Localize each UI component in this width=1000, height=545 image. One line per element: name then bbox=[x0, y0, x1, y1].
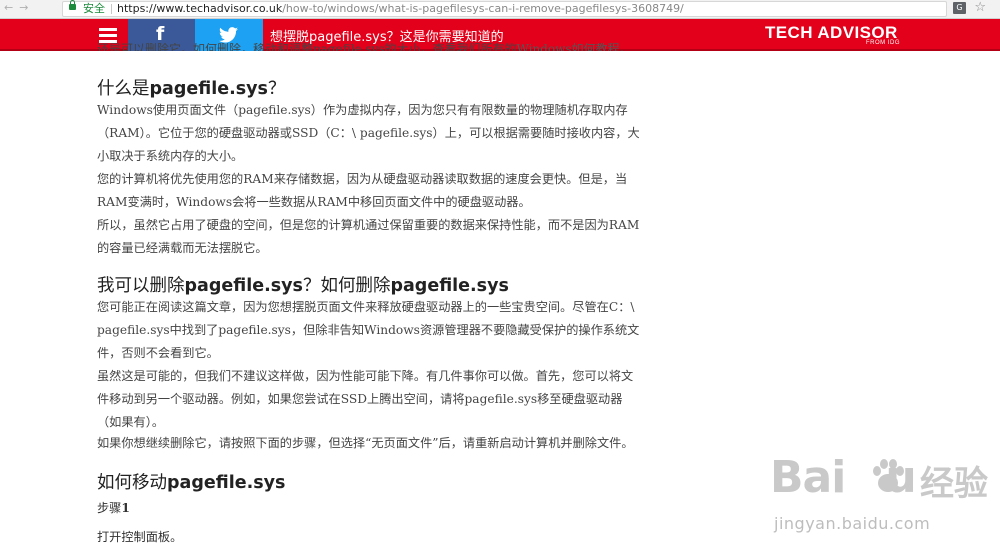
windows-howto-link[interactable]: Windows如何教程 bbox=[516, 43, 620, 51]
twitter-icon bbox=[219, 27, 238, 43]
paragraph-4: 您可能正在阅读这篇文章，因为您想摆脱页面文件来释放硬盘驱动器上的一些宝贵空间。尽… bbox=[97, 300, 640, 360]
section-heading-can-i-delete: 我可以删除pagefile.sys？如何删除pagefile.sys bbox=[97, 276, 509, 296]
section-heading-what-is: 什么是pagefile.sys？ bbox=[97, 79, 286, 99]
clipped-intro-line: 还是可以删除它。如何删除，移动和调整pagefile.sys的大小，查看我们所有… bbox=[97, 43, 632, 51]
logo-subtitle: FROM IDG bbox=[866, 40, 900, 46]
paragraph-2: 您的计算机将优先使用您的RAM来存储数据，因为从硬盘驱动器读取数据的速度会更快。… bbox=[97, 172, 628, 209]
paragraph-5: 虽然这是可能的，但我们不建议这样做，因为性能可能下降。有几件事你可以做。首先，您… bbox=[97, 369, 634, 429]
clipped-suffix: 。 bbox=[619, 43, 632, 51]
clipped-text: 还是可以删除它。如何删除，移动和调整pagefile.sys的大小，查看我们所有… bbox=[97, 43, 517, 51]
url-path: /how-to/windows/what-is-pagefilesys-can-… bbox=[282, 2, 684, 15]
url-field[interactable]: 安全 https://www.techadvisor.co.uk/how-to/… bbox=[62, 0, 947, 17]
paragraph-7: 打开控制面板。 bbox=[97, 530, 183, 544]
watermark-cn: 经验 bbox=[920, 464, 988, 504]
section-heading-how-to-move: 如何移动pagefile.sys bbox=[97, 473, 286, 493]
baidu-jingyan-watermark: Bai u 经验 jingyan.baidu.com bbox=[770, 452, 995, 540]
paragraph-3: 所以，虽然它占用了硬盘的空间，但是您的计算机通过保留重要的数据来保持性能，而不是… bbox=[97, 218, 640, 255]
step-label: 步骤1 bbox=[97, 501, 130, 515]
secure-label: 安全 bbox=[83, 2, 105, 15]
url-text[interactable]: https://www.techadvisor.co.uk/how-to/win… bbox=[117, 2, 684, 16]
paragraph-1: Windows使用页面文件（pagefile.sys）作为虚拟内存，因为您只有有… bbox=[97, 103, 640, 163]
bookmark-star-icon[interactable]: ☆ bbox=[974, 0, 986, 16]
url-host: https://www.techadvisor.co.uk bbox=[117, 2, 283, 15]
lock-icon bbox=[69, 0, 76, 10]
back-forward-icon[interactable]: ←→ bbox=[4, 1, 34, 14]
paw-icon bbox=[873, 459, 904, 492]
facebook-icon: f bbox=[156, 23, 165, 45]
translate-icon[interactable]: G bbox=[953, 2, 966, 14]
paragraph-6: 如果你想继续删除它，请按照下面的步骤，但选择“无页面文件”后，请重新启动计算机并… bbox=[97, 436, 634, 450]
watermark-url: jingyan.baidu.com bbox=[774, 514, 931, 533]
omnibox-divider bbox=[111, 4, 112, 14]
browser-address-bar: ←→ 安全 https://www.techadvisor.co.uk/how-… bbox=[0, 0, 1000, 19]
